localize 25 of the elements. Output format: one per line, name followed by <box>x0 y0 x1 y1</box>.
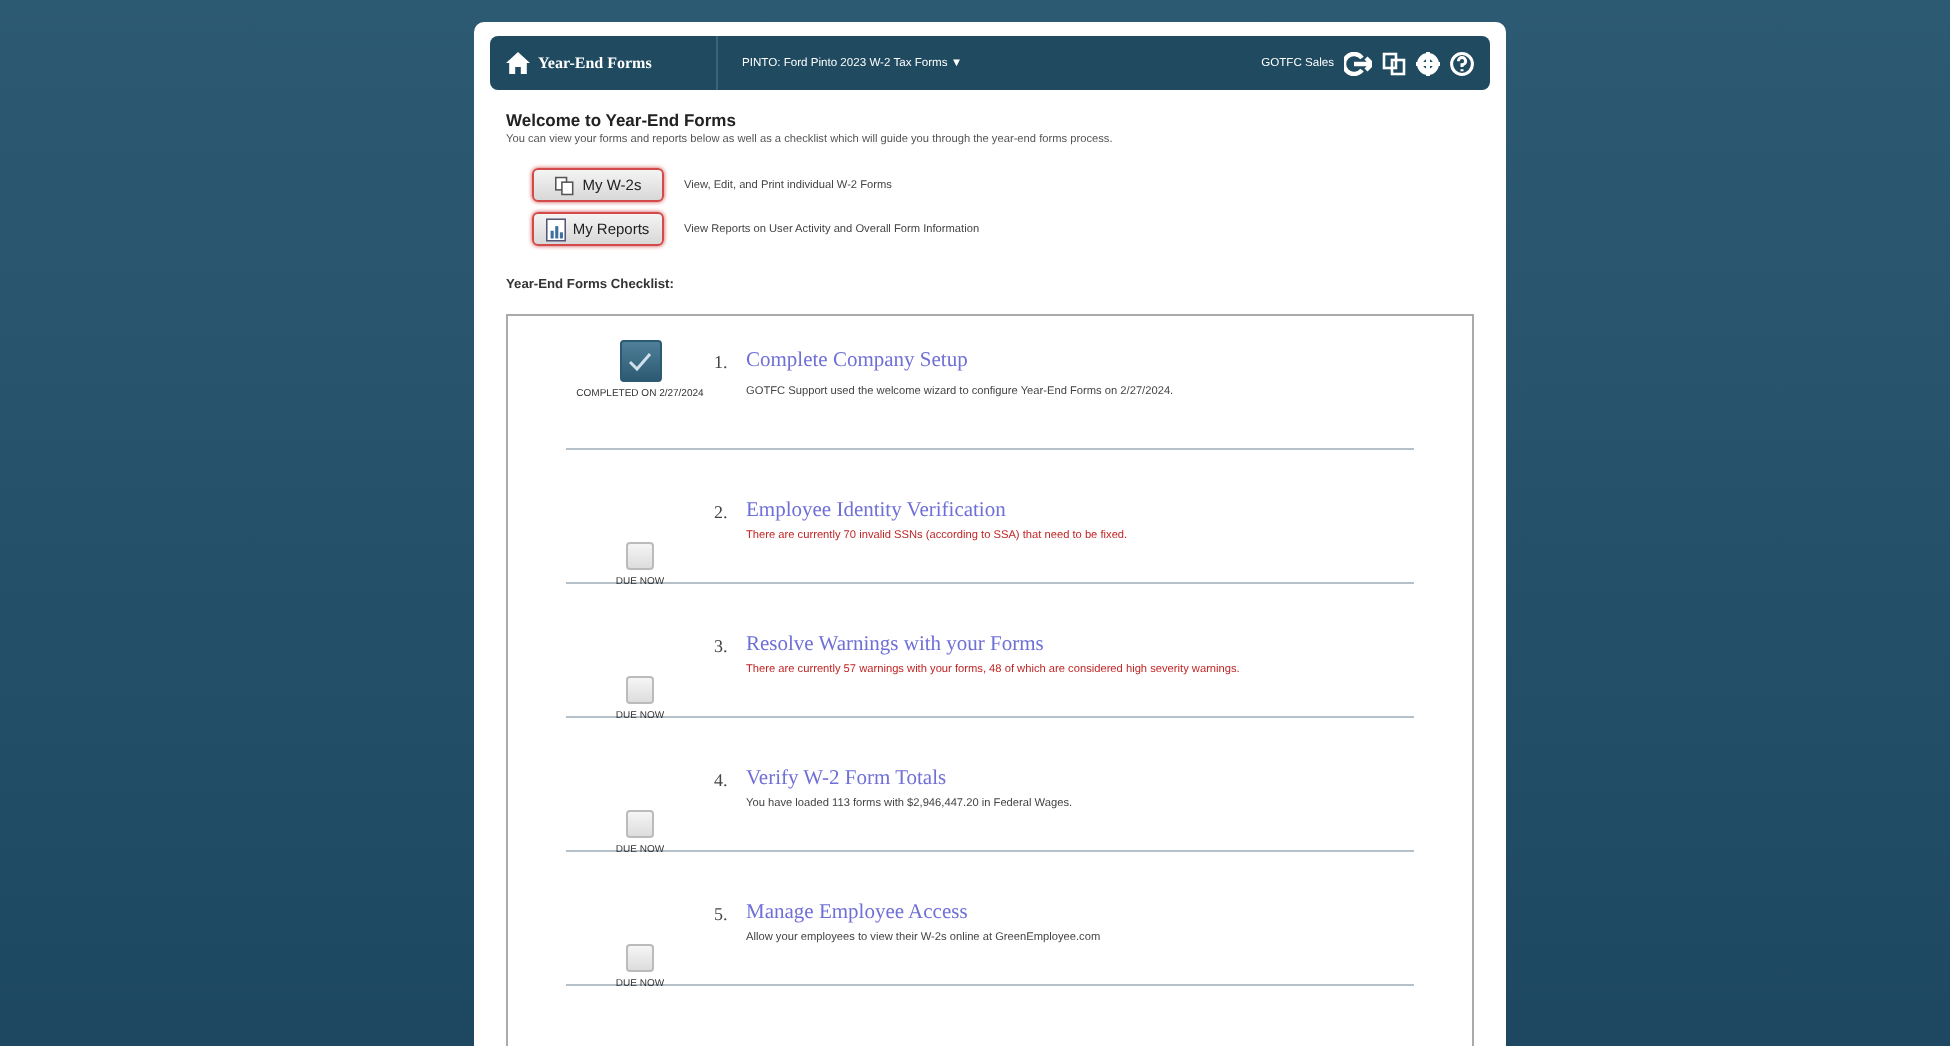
help-icon[interactable] <box>1450 51 1474 75</box>
step-number: 3. <box>714 634 730 658</box>
step-title[interactable]: Manage Employee Access <box>746 900 1101 928</box>
step-number: 2. <box>714 500 730 524</box>
home-icon[interactable] <box>506 52 530 74</box>
step-title[interactable]: Complete Company Setup <box>746 348 1174 376</box>
checkmark-icon <box>628 351 652 371</box>
documents-icon <box>554 175 577 195</box>
step-title[interactable]: Employee Identity Verification <box>746 498 1128 526</box>
checkbox[interactable] <box>626 676 654 704</box>
checkbox[interactable] <box>619 340 661 382</box>
app-title: Year-End Forms <box>538 54 652 72</box>
logout-icon[interactable] <box>1344 51 1372 75</box>
checkbox[interactable] <box>626 944 654 972</box>
step-title[interactable]: Verify W-2 Form Totals <box>746 766 1073 794</box>
documents-icon[interactable] <box>1382 51 1406 75</box>
step-number: 4. <box>714 768 730 792</box>
welcome-heading: Welcome to Year-End Forms <box>506 110 738 130</box>
checkbox[interactable] <box>626 542 654 570</box>
bar-chart-icon <box>546 217 567 241</box>
settings-icon[interactable] <box>1416 51 1440 75</box>
checkbox[interactable] <box>626 810 654 838</box>
step-number: 1. <box>714 350 730 374</box>
step-number: 5. <box>714 902 730 926</box>
step-title[interactable]: Resolve Warnings with your Forms <box>746 632 1240 660</box>
